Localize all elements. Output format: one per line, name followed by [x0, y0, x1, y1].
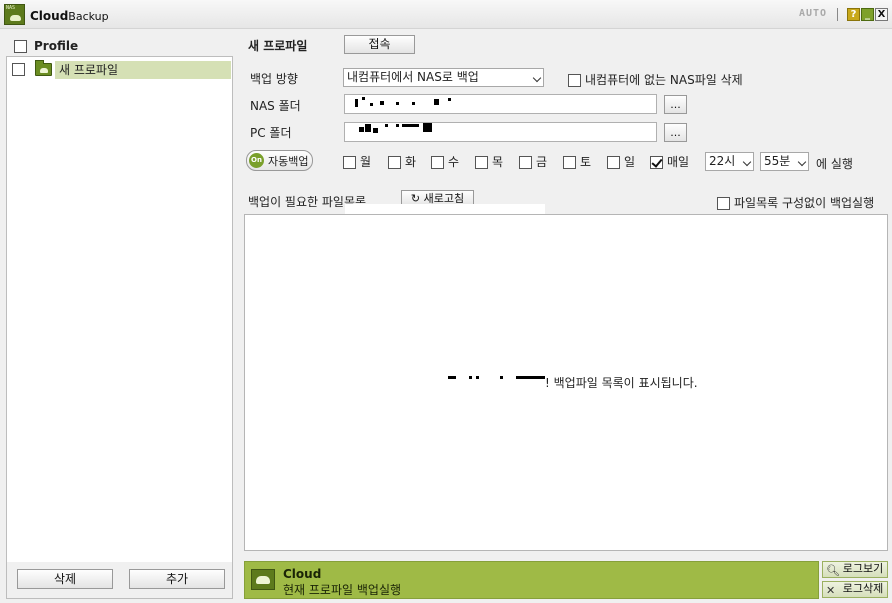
- title-bar: NAS CloudBackup AUTO ? _ X: [0, 0, 892, 29]
- profile-actions: 삭제 추가: [6, 562, 233, 599]
- day-label-mon: 월: [360, 155, 372, 169]
- logo-text: NAS: [6, 5, 16, 11]
- nas-folder-input[interactable]: [344, 94, 657, 114]
- run-suffix-label: 에 실행: [816, 157, 853, 171]
- profile-panel: Profile 새 프로파일 삭제 추가: [6, 32, 233, 599]
- day-label-sat: 토: [580, 155, 592, 169]
- day-option-sun[interactable]: 일: [607, 153, 635, 169]
- delete-missing-checkbox[interactable]: [568, 74, 581, 87]
- hour-select[interactable]: 22시: [705, 152, 754, 171]
- day-checkbox-tue[interactable]: [388, 156, 401, 169]
- hour-select-value: 22시: [709, 154, 736, 168]
- day-label-daily: 매일: [667, 155, 690, 169]
- profile-header: Profile: [6, 35, 233, 55]
- day-option-wed[interactable]: 수: [431, 153, 459, 169]
- auto-backup-toggle[interactable]: On 자동백업: [246, 150, 313, 171]
- day-option-fri[interactable]: 금: [519, 153, 547, 169]
- direction-select[interactable]: 내컴퓨터에서 NAS로 백업: [343, 68, 544, 87]
- skip-list-option[interactable]: 파일목록 구성없이 백업실행: [717, 194, 874, 210]
- app-title: CloudBackup: [30, 9, 109, 23]
- close-icon: ✕: [826, 585, 836, 597]
- direction-label: 백업 방향: [250, 72, 298, 86]
- day-checkbox-fri[interactable]: [519, 156, 532, 169]
- titlebar-separator: [837, 8, 838, 21]
- profile-title: 새 프로파일: [248, 39, 308, 53]
- add-profile-button[interactable]: 추가: [129, 569, 225, 589]
- cloud-folder-icon: [251, 569, 275, 590]
- nas-folder-browse-button[interactable]: ...: [664, 95, 687, 114]
- status-title: Cloud: [283, 567, 322, 581]
- file-list[interactable]: ! 백업파일 목록이 표시됩니다.: [244, 214, 888, 551]
- minimize-button[interactable]: _: [861, 8, 874, 21]
- profile-list: 새 프로파일: [6, 56, 233, 563]
- profile-header-label: Profile: [34, 39, 79, 53]
- profile-item-label[interactable]: 새 프로파일: [55, 61, 231, 79]
- day-checkbox-daily[interactable]: [650, 156, 663, 169]
- day-label-fri: 금: [536, 155, 548, 169]
- day-option-thu[interactable]: 목: [475, 153, 503, 169]
- delete-missing-option[interactable]: 내컴퓨터에 없는 NAS파일 삭제: [568, 71, 743, 87]
- chevron-down-icon: [797, 157, 807, 167]
- day-option-tue[interactable]: 화: [388, 153, 416, 169]
- chevron-down-icon: [532, 73, 542, 83]
- view-log-label: 로그보기: [842, 563, 884, 575]
- day-checkbox-wed[interactable]: [431, 156, 444, 169]
- delete-log-button[interactable]: ✕ 로그삭제: [822, 581, 888, 598]
- skip-list-checkbox[interactable]: [717, 197, 730, 210]
- app-title-main: Cloud: [30, 9, 69, 23]
- day-checkbox-sat[interactable]: [563, 156, 576, 169]
- connect-button[interactable]: 접속: [344, 35, 415, 54]
- cloud-folder-icon: [35, 60, 52, 76]
- day-label-sun: 일: [624, 155, 636, 169]
- file-list-message: ! 백업파일 목록이 표시됩니다.: [545, 376, 698, 390]
- day-checkbox-mon[interactable]: [343, 156, 356, 169]
- minute-select[interactable]: 55분: [760, 152, 809, 171]
- pc-folder-label: PC 폴더: [250, 126, 292, 140]
- day-label-tue: 화: [405, 155, 417, 169]
- day-option-mon[interactable]: 월: [343, 153, 371, 169]
- refresh-label: 새로고침: [423, 191, 465, 205]
- delete-log-label: 로그삭제: [842, 583, 884, 595]
- day-checkbox-sun[interactable]: [607, 156, 620, 169]
- day-label-thu: 목: [492, 155, 504, 169]
- refresh-icon: ↻: [410, 191, 424, 205]
- select-all-profiles-checkbox[interactable]: [14, 40, 27, 53]
- minute-select-value: 55분: [764, 154, 791, 168]
- nas-folder-label: NAS 폴더: [250, 99, 301, 113]
- day-option-sat[interactable]: 토: [563, 153, 591, 169]
- status-message: 현재 프로파일 백업실행: [283, 583, 402, 597]
- auto-backup-label: 자동백업: [268, 155, 309, 168]
- pc-folder-input[interactable]: [344, 122, 657, 142]
- profile-list-item[interactable]: 새 프로파일: [11, 60, 231, 79]
- search-icon: 🔍︎: [826, 565, 840, 577]
- pc-folder-browse-button[interactable]: ...: [664, 123, 687, 142]
- app-logo-icon: NAS: [4, 4, 25, 25]
- delete-missing-label: 내컴퓨터에 없는 NAS파일 삭제: [585, 73, 743, 87]
- help-button[interactable]: ?: [847, 8, 860, 21]
- app-title-sub: Backup: [68, 10, 109, 23]
- view-log-button[interactable]: 🔍︎ 로그보기: [822, 561, 888, 578]
- toggle-knob: On: [249, 153, 264, 168]
- chevron-down-icon: [742, 157, 752, 167]
- day-label-wed: 수: [448, 155, 460, 169]
- status-bar[interactable]: Cloud 현재 프로파일 백업실행: [244, 561, 819, 599]
- profile-item-checkbox[interactable]: [12, 63, 25, 76]
- day-checkbox-thu[interactable]: [475, 156, 488, 169]
- skip-list-label: 파일목록 구성없이 백업실행: [734, 196, 875, 210]
- close-button[interactable]: X: [875, 8, 888, 21]
- day-option-daily[interactable]: 매일: [650, 153, 689, 169]
- delete-profile-button[interactable]: 삭제: [17, 569, 113, 589]
- auto-label: AUTO: [799, 8, 828, 19]
- direction-select-value: 내컴퓨터에서 NAS로 백업: [347, 70, 479, 84]
